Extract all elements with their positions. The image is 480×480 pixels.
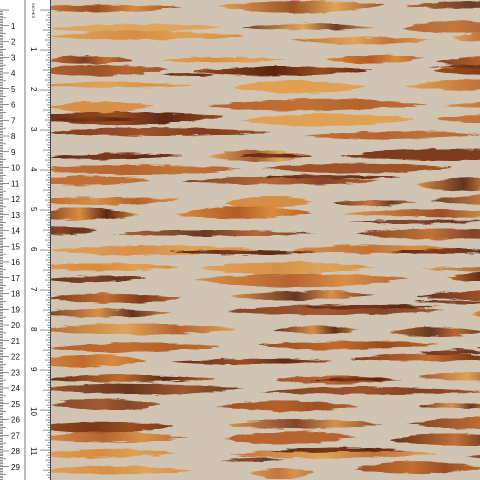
cm-tick-label: 2 xyxy=(11,38,16,47)
cm-tick-label: 25 xyxy=(11,400,20,409)
cm-tick-label: 20 xyxy=(11,321,20,330)
cm-tick-label: 15 xyxy=(11,242,20,251)
inch-tick-label: 5 xyxy=(29,207,38,212)
cm-tick-label: 9 xyxy=(11,148,16,157)
cm-tick-label: 28 xyxy=(11,447,20,456)
inch-tick-label: 9 xyxy=(29,367,38,372)
measuring-ruler: 1 2 3 4 5 6 7 8 9 10 11 12 13 14 15 16 17 18 19 20 21 22 23 24 2… xyxy=(0,0,51,480)
cm-tick-label: 7 xyxy=(11,116,16,125)
inch-tick-label: 7 xyxy=(29,287,38,292)
inch-tick-label: 10 xyxy=(29,407,38,416)
cm-tick-label: 18 xyxy=(11,290,20,299)
cm-tick-label: 29 xyxy=(11,463,20,472)
cm-tick-label: 23 xyxy=(11,368,20,377)
cm-tick-label: 26 xyxy=(11,416,20,425)
cm-tick-label: 16 xyxy=(11,258,20,267)
cm-tick-label: 13 xyxy=(11,211,20,220)
cm-tick-label: 22 xyxy=(11,353,20,362)
inch-tick-label: 3 xyxy=(29,127,38,132)
inch-tick-label: 1 xyxy=(29,47,38,52)
cm-tick-label: 19 xyxy=(11,305,20,314)
cm-tick-label: 24 xyxy=(11,384,20,393)
inch-tick-label: 11 xyxy=(29,447,38,456)
fabric-swatch xyxy=(51,0,480,480)
cm-tick-label: 17 xyxy=(11,274,20,283)
cm-tick-label: 14 xyxy=(11,227,20,236)
cm-tick-label: 4 xyxy=(11,69,16,78)
cm-tick-label: 27 xyxy=(11,431,20,440)
cm-tick-label: 8 xyxy=(11,132,16,141)
inch-tick-label: 8 xyxy=(29,327,38,332)
cm-tick-label: 11 xyxy=(11,179,20,188)
tiger-stripe-pattern xyxy=(51,0,480,480)
cm-tick-label: 6 xyxy=(11,101,16,110)
inch-unit-label: INCHES xyxy=(31,3,36,18)
inch-tick-label: 4 xyxy=(29,167,38,172)
cm-tick-label: 5 xyxy=(11,85,16,94)
inch-tick-label: 6 xyxy=(29,247,38,252)
cm-tick-label: 12 xyxy=(11,195,20,204)
cm-tick-label: 10 xyxy=(11,164,20,173)
cm-tick-label: 21 xyxy=(11,337,20,346)
inch-tick-label: 2 xyxy=(29,87,38,92)
cm-tick-label: 1 xyxy=(11,22,16,31)
cm-tick-label: 3 xyxy=(11,53,16,62)
ruler-scale: 1234567891011121314151617181920212223242… xyxy=(0,0,50,480)
